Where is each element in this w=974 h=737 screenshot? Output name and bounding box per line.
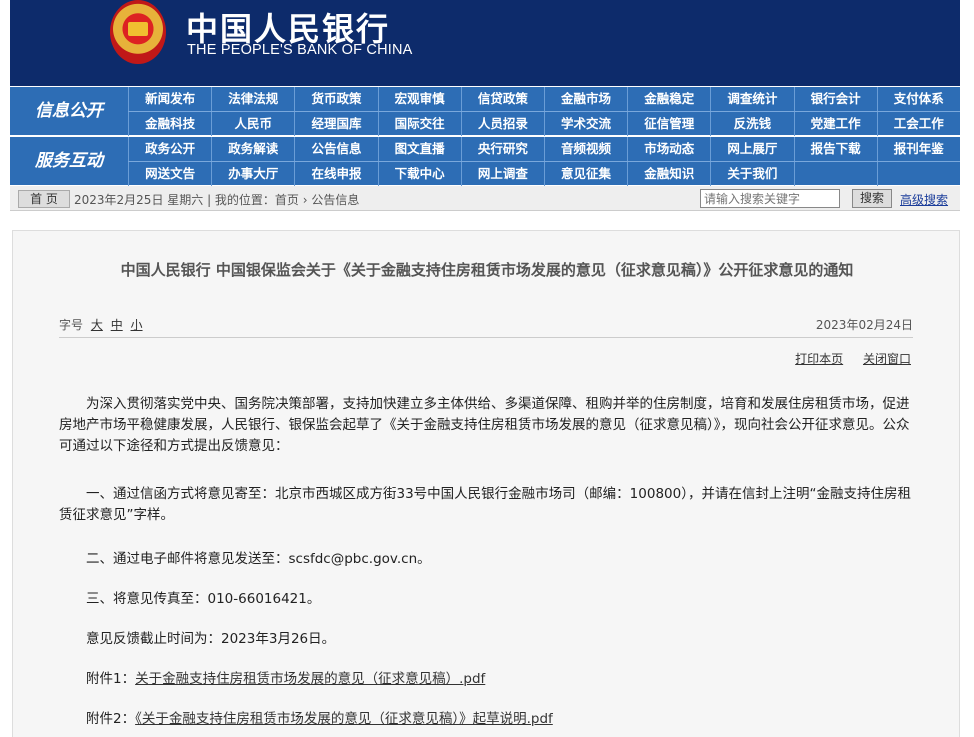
- nav-item[interactable]: 信贷政策: [460, 87, 544, 111]
- nav-item[interactable]: 网送文告: [128, 162, 211, 186]
- search-input[interactable]: [700, 189, 840, 208]
- nav-row: 新闻发布 法律法规 货币政策 宏观审慎 信贷政策 金融市场 金融稳定 调查统计 银行会计 支付体系: [128, 87, 960, 111]
- attachment-prefix: 附件1：: [86, 671, 136, 687]
- page: 中国人民银行 THE PEOPLE'S BANK OF CHINA 信息公开 服…: [0, 0, 974, 737]
- nav-item[interactable]: 公告信息: [294, 137, 377, 161]
- nav-item: [793, 162, 877, 186]
- nav-item[interactable]: 金融市场: [543, 87, 627, 111]
- nav-item[interactable]: 宏观审慎: [377, 87, 461, 111]
- nav-row: 网送文告 办事大厅 在线申报 下载中心 网上调查 意见征集 金融知识 关于我们: [128, 162, 960, 186]
- paragraph: 为深入贯彻落实党中央、国务院决策部署，支持加快建立多主体供给、多渠道保障、租购并…: [59, 396, 910, 454]
- nav-item[interactable]: 网上展厅: [710, 137, 793, 161]
- nav-item[interactable]: 人员招录: [460, 112, 544, 136]
- nav-item[interactable]: 调查统计: [710, 87, 793, 111]
- paragraph: 二、通过电子邮件将意见发送至：scsfdc@pbc.gov.cn。: [86, 551, 431, 567]
- article-actions: 打印本页 关闭窗口: [779, 350, 911, 367]
- nav-item[interactable]: 政务公开: [128, 137, 211, 161]
- nav-item[interactable]: 市场动态: [627, 137, 710, 161]
- site-header: 中国人民银行 THE PEOPLE'S BANK OF CHINA: [10, 0, 960, 86]
- nav-item[interactable]: 音频视频: [543, 137, 627, 161]
- article-meta: 字号 大 中 小 2023年02月24日: [59, 310, 913, 338]
- article-panel: 中国人民银行 中国银保监会关于《关于金融支持住房租赁市场发展的意见（征求意见稿）…: [12, 230, 960, 737]
- nav-item[interactable]: 政务解读: [211, 137, 294, 161]
- nav-item[interactable]: 国际交往: [377, 112, 461, 136]
- nav-item[interactable]: 学术交流: [543, 112, 627, 136]
- nav-item[interactable]: 金融稳定: [627, 87, 710, 111]
- nav-item: [876, 162, 960, 186]
- close-window-link[interactable]: 关闭窗口: [863, 352, 911, 366]
- nav-item[interactable]: 办事大厅: [211, 162, 294, 186]
- font-size-controls: 字号 大 中 小: [59, 316, 143, 333]
- paragraph: 一、通过信函方式将意见寄至：北京市西城区成方街33号中国人民银行金融市场司（邮编…: [59, 486, 911, 523]
- paragraph: 三、将意见传真至：010-66016421。: [86, 591, 321, 607]
- nav-item[interactable]: 货币政策: [294, 87, 377, 111]
- nav-row: 政务公开 政务解读 公告信息 图文直播 央行研究 音频视频 市场动态 网上展厅 报告下载 报刊年鉴: [128, 137, 960, 161]
- nav-item[interactable]: 党建工作: [793, 112, 877, 136]
- nav-item[interactable]: 意见征集: [543, 162, 627, 186]
- search-button[interactable]: 搜索: [852, 189, 892, 208]
- nav-item[interactable]: 关于我们: [710, 162, 793, 186]
- nav-item[interactable]: 金融知识: [627, 162, 710, 186]
- nav-item[interactable]: 支付体系: [876, 87, 960, 111]
- nav-item[interactable]: 金融科技: [128, 112, 211, 136]
- site-title-en: THE PEOPLE'S BANK OF CHINA: [187, 42, 413, 58]
- nav-item[interactable]: 银行会计: [793, 87, 877, 111]
- paragraph: 意见反馈截止时间为：2023年3月26日。: [86, 631, 336, 647]
- print-link[interactable]: 打印本页: [795, 352, 843, 366]
- font-medium-link[interactable]: 中: [111, 318, 123, 332]
- national-emblem-icon: [110, 0, 166, 64]
- attachment-1-link[interactable]: 关于金融支持住房租赁市场发展的意见（征求意见稿）.pdf: [135, 671, 485, 687]
- nav-section-label: 信息公开: [35, 101, 103, 121]
- nav-item[interactable]: 工会工作: [876, 112, 960, 136]
- nav-row: 金融科技 人民币 经理国库 国际交往 人员招录 学术交流 征信管理 反洗钱 党建工作 工会工作: [128, 112, 960, 136]
- attachment-prefix: 附件2：: [86, 711, 136, 727]
- attachment-2: 附件2：《关于金融支持住房租赁市场发展的意见（征求意见稿）》起草说明.pdf: [59, 709, 913, 730]
- attachment-1: 附件1：关于金融支持住房租赁市场发展的意见（征求意见稿）.pdf: [59, 669, 913, 690]
- breadcrumb: 2023年2月25日 星期六 | 我的位置：首页 › 公告信息: [74, 193, 360, 207]
- nav-item[interactable]: 反洗钱: [710, 112, 793, 136]
- nav-item[interactable]: 报刊年鉴: [876, 137, 960, 161]
- font-small-link[interactable]: 小: [131, 318, 143, 332]
- nav-item[interactable]: 网上调查: [460, 162, 544, 186]
- publish-date: 2023年02月24日: [815, 318, 913, 332]
- nav-item[interactable]: 经理国库: [294, 112, 377, 136]
- nav-item[interactable]: 新闻发布: [128, 87, 211, 111]
- nav-item[interactable]: 下载中心: [377, 162, 461, 186]
- article-title: 中国人民银行 中国银保监会关于《关于金融支持住房租赁市场发展的意见（征求意见稿）…: [120, 261, 854, 279]
- main-nav: 信息公开 服务互动 新闻发布 法律法规 货币政策 宏观审慎 信贷政策 金融市场 金融稳定 调查…: [10, 87, 960, 186]
- attachment-2-link[interactable]: 《关于金融支持住房租赁市场发展的意见（征求意见稿）》起草说明.pdf: [135, 711, 553, 727]
- advanced-search-link[interactable]: 高级搜索: [900, 191, 948, 208]
- home-button[interactable]: 首 页: [18, 190, 70, 208]
- font-large-link[interactable]: 大: [91, 318, 103, 332]
- nav-item[interactable]: 法律法规: [211, 87, 294, 111]
- toolbar: 首 页 2023年2月25日 星期六 | 我的位置：首页 › 公告信息 搜索 高…: [10, 186, 960, 211]
- nav-item[interactable]: 央行研究: [460, 137, 544, 161]
- nav-item[interactable]: 征信管理: [627, 112, 710, 136]
- nav-item[interactable]: 在线申报: [294, 162, 377, 186]
- nav-item[interactable]: 报告下载: [793, 137, 877, 161]
- font-size-label: 字号: [59, 318, 84, 332]
- nav-item[interactable]: 图文直播: [377, 137, 461, 161]
- nav-section-label: 服务互动: [35, 151, 103, 171]
- nav-item[interactable]: 人民币: [211, 112, 294, 136]
